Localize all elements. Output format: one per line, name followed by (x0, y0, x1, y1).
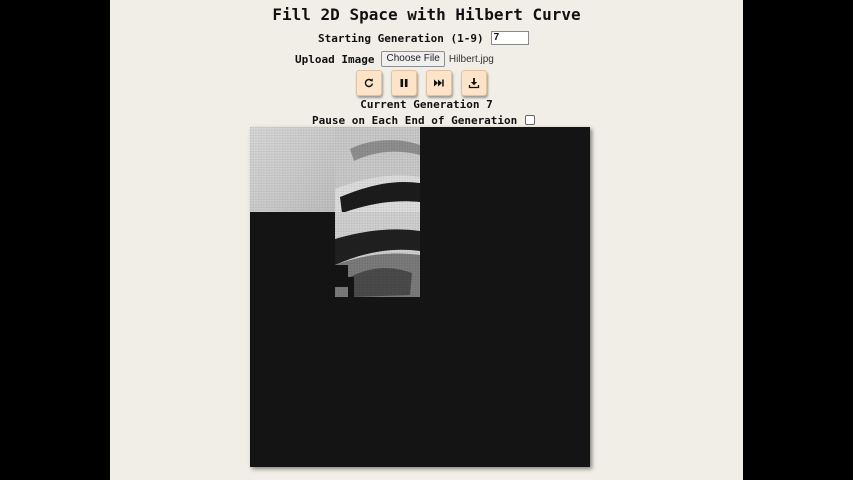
hilbert-drawing (250, 127, 420, 297)
pause-button[interactable] (391, 70, 417, 96)
starting-generation-input[interactable]: 7 (490, 31, 529, 45)
next-generation-button[interactable] (426, 70, 452, 96)
upload-row: Upload Image Choose File Hilbert.jpg (295, 51, 494, 67)
starting-generation-row: Starting Generation (1-9) 7 (318, 30, 529, 46)
skip-forward-icon (433, 77, 445, 89)
pause-option-row: Pause on Each End of Generation (312, 113, 536, 127)
download-icon (468, 77, 480, 89)
selected-file-name: Hilbert.jpg (448, 53, 494, 65)
current-generation-text: Current Generation 7 (360, 98, 493, 111)
pause-on-end-label: Pause on Each End of Generation (312, 113, 518, 127)
pause-on-end-checkbox[interactable] (525, 115, 536, 125)
hilbert-canvas (250, 127, 590, 467)
playback-controls (356, 70, 487, 96)
restart-button[interactable] (356, 70, 382, 96)
upload-image-label: Upload Image (295, 52, 375, 66)
download-button[interactable] (461, 70, 487, 96)
app-page: Fill 2D Space with Hilbert Curve Startin… (110, 0, 743, 480)
pause-icon (398, 77, 410, 89)
starting-generation-label: Starting Generation (1-9) (318, 31, 484, 45)
restart-icon (363, 77, 375, 89)
page-title: Fill 2D Space with Hilbert Curve (272, 5, 581, 24)
choose-file-button[interactable]: Choose File (381, 51, 445, 67)
